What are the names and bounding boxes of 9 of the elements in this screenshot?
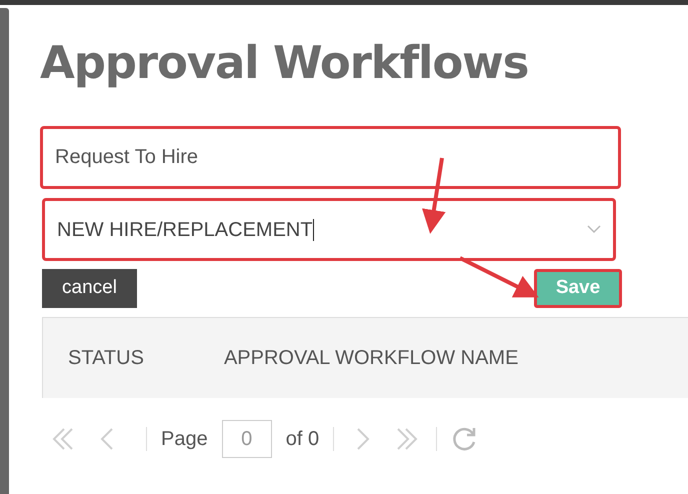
page-title: Approval Workflows [40, 35, 528, 91]
chevron-down-icon [587, 225, 601, 234]
name-field[interactable]: Request To Hire [40, 126, 621, 189]
type-select[interactable]: NEW HIRE/REPLACEMENT [42, 198, 616, 261]
column-header[interactable]: APPROVAL WORKFLOW NAME [224, 343, 518, 373]
page-count: of 0 [286, 427, 320, 452]
cancel-button[interactable]: cancel [42, 269, 137, 308]
column-header[interactable]: STATUS [68, 343, 144, 373]
page-label: Page [161, 427, 208, 452]
